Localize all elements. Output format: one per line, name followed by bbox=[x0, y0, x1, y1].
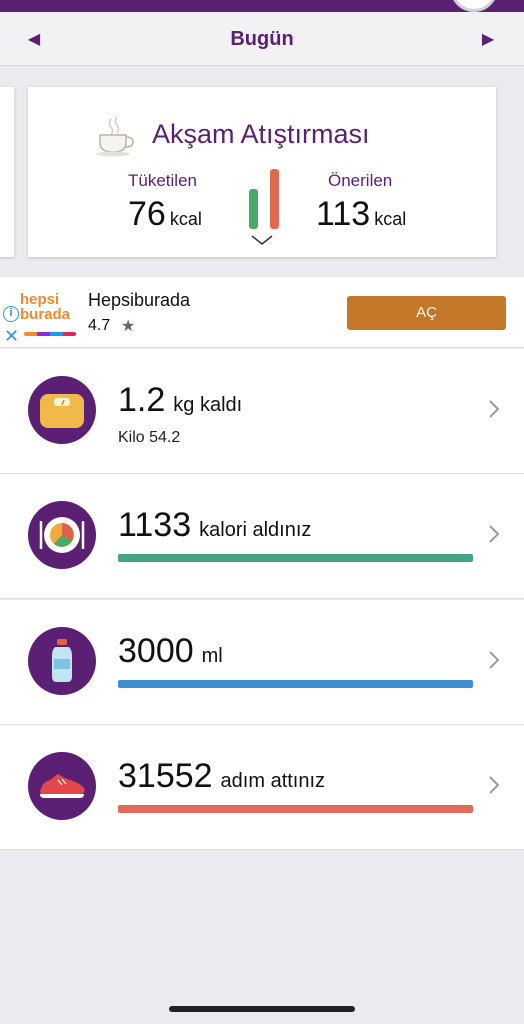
close-icon[interactable]: ✕ bbox=[4, 327, 19, 345]
home-indicator[interactable] bbox=[169, 1006, 355, 1012]
recommended-unit: kcal bbox=[374, 209, 407, 229]
weight-row[interactable]: 1.2 kg kaldı Kilo 54.2 bbox=[0, 349, 524, 474]
steps-progress-bar bbox=[118, 805, 473, 813]
recommended-value: 113 kcal bbox=[316, 195, 406, 234]
consumed-number: 76 bbox=[128, 195, 166, 233]
recommended-label: Önerilen bbox=[328, 171, 393, 190]
weight-remaining-value: 1.2 kg kaldı bbox=[118, 381, 242, 420]
ad-logo-line2: burada bbox=[20, 306, 71, 323]
ad-logo-strip bbox=[24, 332, 76, 336]
current-weight-label: Kilo 54.2 bbox=[118, 429, 181, 446]
chevron-right-icon bbox=[489, 525, 500, 543]
ad-banner[interactable]: i ✕ hepsi burada Hepsiburada 4.7 ★ AÇ bbox=[0, 277, 524, 348]
chevron-right-icon: ▶ bbox=[481, 31, 495, 48]
ad-logo: hepsi burada bbox=[20, 292, 78, 336]
meal-carousel[interactable]: Akşam Atıştırması Tüketilen Önerilen 76 k… bbox=[0, 67, 524, 277]
consumed-value: 76 kcal bbox=[128, 195, 202, 234]
meal-card[interactable]: Akşam Atıştırması Tüketilen Önerilen 76 k… bbox=[28, 87, 496, 257]
water-row[interactable]: 3000 ml bbox=[0, 600, 524, 725]
consumed-bar bbox=[249, 189, 258, 229]
recommended-bar bbox=[270, 169, 279, 229]
steps-unit: adım attınız bbox=[220, 770, 326, 792]
water-value: 3000 ml bbox=[118, 632, 223, 671]
chevron-right-icon bbox=[489, 651, 500, 669]
ad-open-button[interactable]: AÇ bbox=[347, 296, 506, 330]
ad-name: Hepsiburada bbox=[88, 290, 191, 310]
weight-number: 1.2 bbox=[118, 381, 166, 419]
previous-meal-card[interactable] bbox=[0, 87, 14, 257]
calorie-number: 1133 bbox=[118, 506, 192, 544]
cup-icon bbox=[96, 116, 134, 157]
water-bottle-icon bbox=[28, 627, 96, 695]
calorie-progress-bar bbox=[118, 554, 473, 562]
status-bar bbox=[0, 0, 524, 12]
plate-icon bbox=[28, 501, 96, 569]
info-icon[interactable]: i bbox=[3, 306, 19, 322]
next-day-button[interactable]: ▶ bbox=[474, 25, 502, 53]
consumed-unit: kcal bbox=[169, 209, 202, 229]
calorie-unit: kalori aldınız bbox=[199, 519, 312, 541]
water-number: 3000 bbox=[118, 632, 194, 670]
meal-title: Akşam Atıştırması bbox=[152, 119, 370, 149]
steps-value: 31552 adım attınız bbox=[118, 757, 325, 796]
steps-number: 31552 bbox=[118, 757, 213, 795]
consumed-label: Tüketilen bbox=[128, 171, 197, 190]
water-progress-bar bbox=[118, 680, 473, 688]
calorie-value: 1133 kalori aldınız bbox=[118, 506, 311, 545]
calorie-row[interactable]: 1133 kalori aldınız bbox=[0, 474, 524, 599]
steps-row[interactable]: 31552 adım attınız bbox=[0, 725, 524, 850]
date-navigation: ◀ Bugün ▶ bbox=[0, 12, 524, 66]
chevron-down-icon[interactable] bbox=[250, 233, 274, 247]
current-date-label: Bugün bbox=[230, 28, 294, 50]
ad-rating: 4.7 bbox=[88, 317, 111, 334]
shoe-icon bbox=[28, 752, 96, 820]
scale-icon bbox=[28, 376, 96, 444]
water-unit: ml bbox=[201, 645, 223, 667]
recommended-number: 113 bbox=[316, 195, 371, 233]
avatar[interactable] bbox=[450, 0, 498, 12]
star-icon: ★ bbox=[121, 318, 136, 335]
weight-unit: kg kaldı bbox=[173, 394, 243, 416]
chevron-right-icon bbox=[489, 776, 500, 794]
ad-logo-line1: hepsi bbox=[20, 291, 60, 308]
chevron-right-icon bbox=[489, 400, 500, 418]
